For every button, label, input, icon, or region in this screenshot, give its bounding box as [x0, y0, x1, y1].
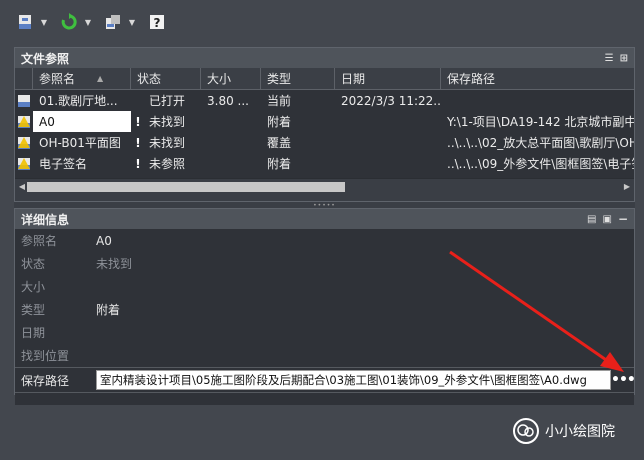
watermark: 小小绘图院 [513, 418, 615, 444]
wechat-icon [513, 418, 539, 444]
watermark-text: 小小绘图院 [545, 424, 615, 440]
annotation-arrow [449, 250, 624, 372]
